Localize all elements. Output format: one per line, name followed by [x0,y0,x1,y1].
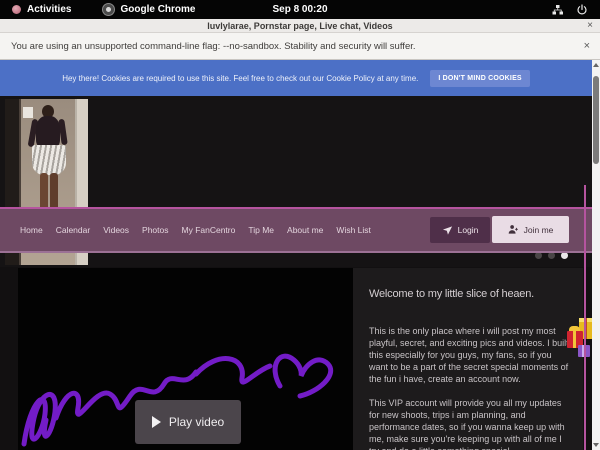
accept-cookies-button[interactable]: I DON'T MIND COOKIES [430,70,529,87]
about-panel: Welcome to my little slice of heaen. Thi… [353,268,583,450]
carousel-dot[interactable] [548,252,555,259]
join-me-button[interactable]: Join me [492,216,569,243]
infobar-close-icon[interactable]: × [584,40,590,52]
play-video-button[interactable]: Play video [135,400,241,444]
nav-underline [0,251,592,253]
nav-item-home[interactable]: Home [20,225,43,235]
login-button[interactable]: Login [430,217,490,243]
gift-icon[interactable] [567,318,592,362]
person-plus-icon [508,224,519,235]
infobar-message: You are using an unsupported command-lin… [0,41,416,52]
nav-item-photos[interactable]: Photos [142,225,168,235]
clock[interactable]: Sep 8 00:20 [0,4,600,15]
nav-item-videos[interactable]: Videos [103,225,129,235]
photo-person-skirt [32,145,66,175]
window-title: luvlylarae, Pornstar page, Live chat, Vi… [0,21,600,31]
nav-item-fancentro[interactable]: My FanCentro [182,225,236,235]
scrollbar-thumb[interactable] [593,76,599,164]
carousel-dot-active[interactable] [561,252,568,259]
cookie-banner: Hey there! Cookies are required to use t… [0,60,592,96]
nav-item-aboutme[interactable]: About me [287,225,323,235]
video-player: Play video [18,268,353,450]
chrome-infobar: You are using an unsupported command-lin… [0,33,600,60]
header-divider [0,207,592,209]
window-close-icon[interactable]: × [587,20,593,31]
play-icon [152,416,161,428]
nav-item-calendar[interactable]: Calendar [56,225,91,235]
login-arrow-icon [442,225,453,236]
photo-wall-frame [23,107,33,118]
page-viewport: Hey there! Cookies are required to use t… [0,60,592,450]
window-title-bar: luvlylarae, Pornstar page, Live chat, Vi… [0,19,600,33]
carousel-dots [535,252,568,259]
play-video-label: Play video [169,415,224,429]
photo-person-torso [36,116,60,148]
system-top-bar: Activities Google Chrome Sep 8 00:20 [0,0,600,19]
login-label: Login [458,225,479,235]
join-me-label: Join me [524,225,554,235]
carousel-dot[interactable] [535,252,542,259]
welcome-heading: Welcome to my little slice of heaen. [369,288,569,300]
about-paragraph-1: This is the only place where i will post… [369,326,569,386]
about-paragraph-2: This VIP account will provide you all my… [369,398,569,450]
nav-item-wishlist[interactable]: Wish List [336,225,370,235]
nav-item-tipme[interactable]: Tip Me [248,225,274,235]
cookie-message: Hey there! Cookies are required to use t… [62,74,418,83]
scroll-up-arrow-icon[interactable] [592,60,600,70]
scroll-down-arrow-icon[interactable] [592,440,600,450]
scrollbar[interactable] [592,60,600,450]
page-right-border [584,185,586,450]
